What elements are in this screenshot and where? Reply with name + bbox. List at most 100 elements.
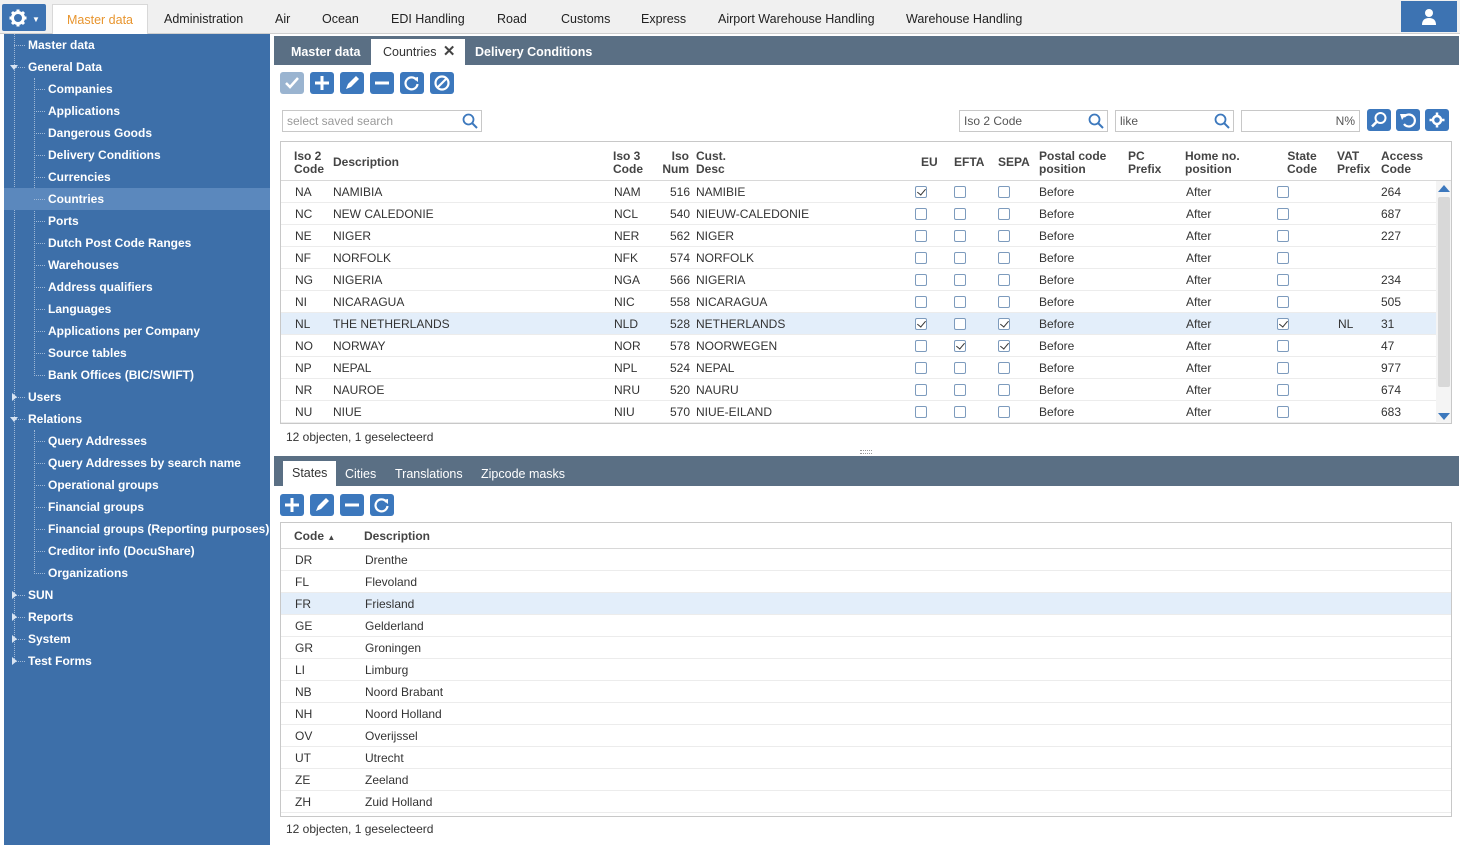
vertical-scrollbar[interactable]: [1436, 181, 1451, 423]
scroll-up-icon[interactable]: [1438, 185, 1450, 192]
tree-node-currencies[interactable]: Currencies: [4, 166, 270, 188]
tree-node-operational-groups[interactable]: Operational groups: [4, 474, 270, 496]
tab-cities[interactable]: Cities: [333, 461, 388, 487]
table-row[interactable]: FR Friesland: [281, 593, 1451, 615]
table-row[interactable]: NP NEPAL NPL 524 NEPAL Before After 977: [281, 357, 1436, 379]
col-header-cust-desc[interactable]: Cust. Desc: [696, 150, 726, 176]
table-row[interactable]: UT Utrecht: [281, 747, 1451, 769]
checkbox-state[interactable]: [1277, 340, 1289, 352]
top-menu-edi-handling[interactable]: EDI Handling: [377, 4, 479, 34]
tree-node-creditor-info-docushare[interactable]: Creditor info (DocuShare): [4, 540, 270, 562]
search-field-select[interactable]: Iso 2 Code: [959, 110, 1108, 132]
top-menu-master-data[interactable]: Master data: [52, 4, 149, 34]
tree-node-financial-groups-reporting-purposes[interactable]: Financial groups (Reporting purposes): [4, 518, 270, 540]
checkbox-efta[interactable]: [954, 186, 966, 198]
tab-zipcode-masks[interactable]: Zipcode masks: [469, 461, 577, 487]
checkbox-efta[interactable]: [954, 406, 966, 418]
col-header-state-code[interactable]: State Code: [1287, 150, 1317, 176]
state-add-button[interactable]: [280, 494, 304, 516]
tree-node-dangerous-goods[interactable]: Dangerous Goods: [4, 122, 270, 144]
checkbox-sepa[interactable]: [998, 230, 1010, 242]
edit-button[interactable]: [340, 72, 364, 94]
checkbox-eu[interactable]: [915, 362, 927, 374]
checkbox-sepa[interactable]: [998, 362, 1010, 374]
checkbox-state[interactable]: [1277, 296, 1289, 308]
search-operator-select[interactable]: like: [1115, 110, 1234, 132]
top-menu-air[interactable]: Air: [261, 4, 304, 34]
checkbox-efta[interactable]: [954, 340, 966, 352]
cancel-button[interactable]: [430, 72, 454, 94]
settings-menu-button[interactable]: ▼: [2, 4, 46, 31]
checkbox-eu[interactable]: [915, 186, 927, 198]
tab-translations[interactable]: Translations: [383, 461, 475, 487]
tree-node-sun[interactable]: SUN: [4, 584, 270, 606]
table-row[interactable]: NR NAUROE NRU 520 NAURU Before After 674: [281, 379, 1436, 401]
checkbox-sepa[interactable]: [998, 252, 1010, 264]
checkbox-eu[interactable]: [915, 296, 927, 308]
checkbox-eu[interactable]: [915, 384, 927, 396]
table-row[interactable]: GR Groningen: [281, 637, 1451, 659]
tree-node-companies[interactable]: Companies: [4, 78, 270, 100]
close-icon[interactable]: ✕: [443, 39, 456, 65]
tree-node-users[interactable]: Users: [4, 386, 270, 408]
table-row[interactable]: NL THE NETHERLANDS NLD 528 NETHERLANDS Before…: [281, 313, 1436, 335]
checkbox-sepa[interactable]: [998, 318, 1010, 330]
col-header-vat-prefix[interactable]: VAT Prefix: [1337, 150, 1370, 176]
top-menu-administration[interactable]: Administration: [150, 4, 257, 34]
collapse-arrow-icon[interactable]: [10, 417, 18, 422]
scroll-thumb[interactable]: [1438, 197, 1450, 387]
top-menu-customs[interactable]: Customs: [547, 4, 624, 34]
col-header-postal-code-position[interactable]: Postal code position: [1039, 150, 1106, 176]
table-row[interactable]: NU NIUE NIU 570 NIUE-EILAND Before After 683: [281, 401, 1436, 423]
table-row[interactable]: DR Drenthe: [281, 549, 1451, 571]
table-row[interactable]: NF NORFOLK NFK 574 NORFOLK Before After: [281, 247, 1436, 269]
checkbox-sepa[interactable]: [998, 406, 1010, 418]
table-row[interactable]: OV Overijssel: [281, 725, 1451, 747]
col-header-home-no-position[interactable]: Home no. position: [1185, 150, 1240, 176]
tree-node-organizations[interactable]: Organizations: [4, 562, 270, 584]
col-header-state-description[interactable]: Description: [364, 530, 430, 543]
tree-node-countries[interactable]: Countries: [4, 188, 270, 210]
expand-arrow-icon[interactable]: [12, 657, 17, 665]
checkbox-sepa[interactable]: [998, 296, 1010, 308]
expand-arrow-icon[interactable]: [12, 393, 17, 401]
search-value-input[interactable]: N%: [1241, 110, 1360, 132]
checkbox-sepa[interactable]: [998, 274, 1010, 286]
tree-node-master-data[interactable]: Master data: [4, 34, 270, 56]
splitter-handle[interactable]: [860, 450, 872, 454]
top-menu-ocean[interactable]: Ocean: [308, 4, 373, 34]
tree-node-languages[interactable]: Languages: [4, 298, 270, 320]
col-header-efta[interactable]: EFTA: [954, 156, 984, 169]
col-header-code[interactable]: Code ▲: [294, 530, 335, 544]
user-button[interactable]: [1401, 1, 1457, 32]
tree-node-address-qualifiers[interactable]: Address qualifiers: [4, 276, 270, 298]
checkbox-sepa[interactable]: [998, 208, 1010, 220]
checkbox-efta[interactable]: [954, 296, 966, 308]
tree-node-delivery-conditions[interactable]: Delivery Conditions: [4, 144, 270, 166]
checkbox-state[interactable]: [1277, 384, 1289, 396]
tree-node-relations[interactable]: Relations: [4, 408, 270, 430]
col-header-access-code[interactable]: Access Code: [1381, 150, 1423, 176]
checkbox-sepa[interactable]: [998, 186, 1010, 198]
state-delete-button[interactable]: [340, 494, 364, 516]
tree-node-query-addresses[interactable]: Query Addresses: [4, 430, 270, 452]
top-menu-express[interactable]: Express: [627, 4, 700, 34]
checkbox-eu[interactable]: [915, 252, 927, 264]
col-header-eu[interactable]: EU: [921, 156, 938, 169]
reset-search-button[interactable]: [1396, 109, 1420, 131]
tree-node-general-data[interactable]: General Data: [4, 56, 270, 78]
col-header-description[interactable]: Description: [333, 156, 399, 169]
tab-states[interactable]: States: [283, 461, 337, 486]
table-row[interactable]: ZH Zuid Holland: [281, 791, 1451, 813]
checkbox-efta[interactable]: [954, 208, 966, 220]
checkbox-state[interactable]: [1277, 230, 1289, 242]
col-header-iso2[interactable]: Iso 2 Code: [294, 150, 324, 176]
checkbox-efta[interactable]: [954, 274, 966, 286]
add-button[interactable]: [310, 72, 334, 94]
state-refresh-button[interactable]: [370, 494, 394, 516]
scroll-down-icon[interactable]: [1438, 413, 1450, 420]
expand-arrow-icon[interactable]: [12, 613, 17, 621]
refresh-button[interactable]: [400, 72, 424, 94]
tree-node-source-tables[interactable]: Source tables: [4, 342, 270, 364]
checkbox-efta[interactable]: [954, 384, 966, 396]
